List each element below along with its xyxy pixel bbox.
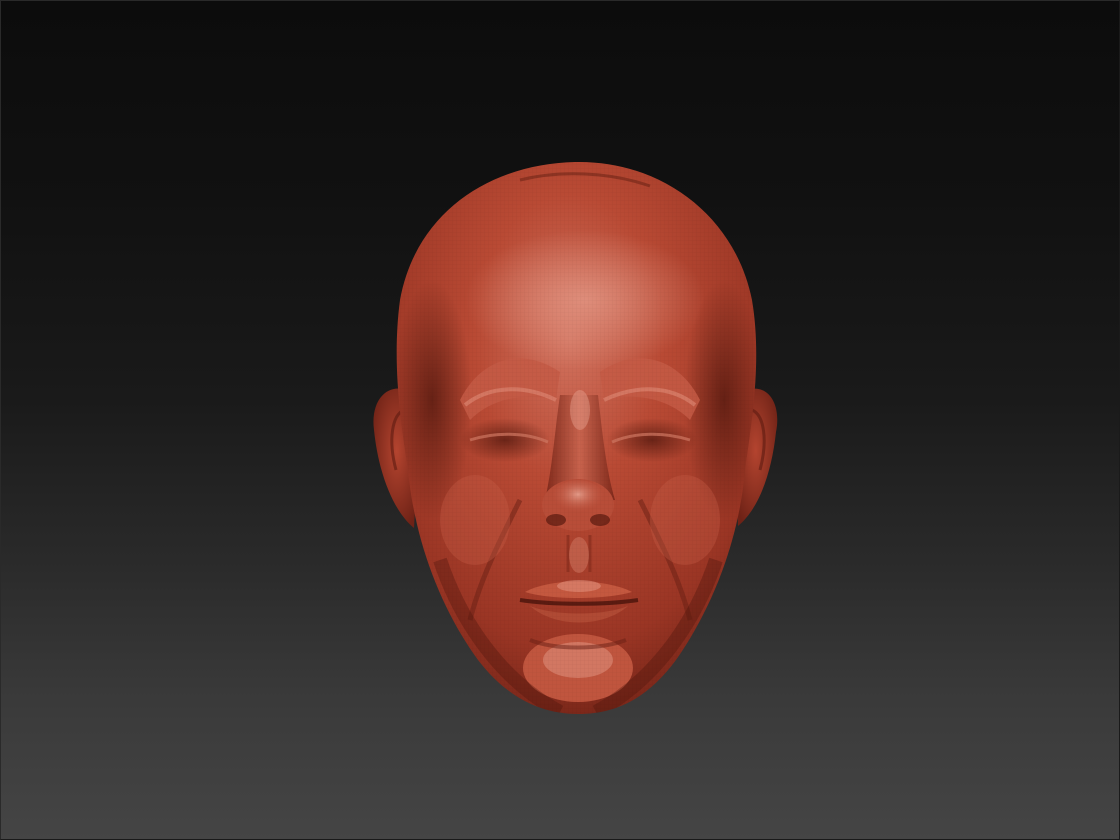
- sculpted-head-model[interactable]: [0, 0, 1120, 840]
- sculpt-viewport[interactable]: [0, 0, 1120, 840]
